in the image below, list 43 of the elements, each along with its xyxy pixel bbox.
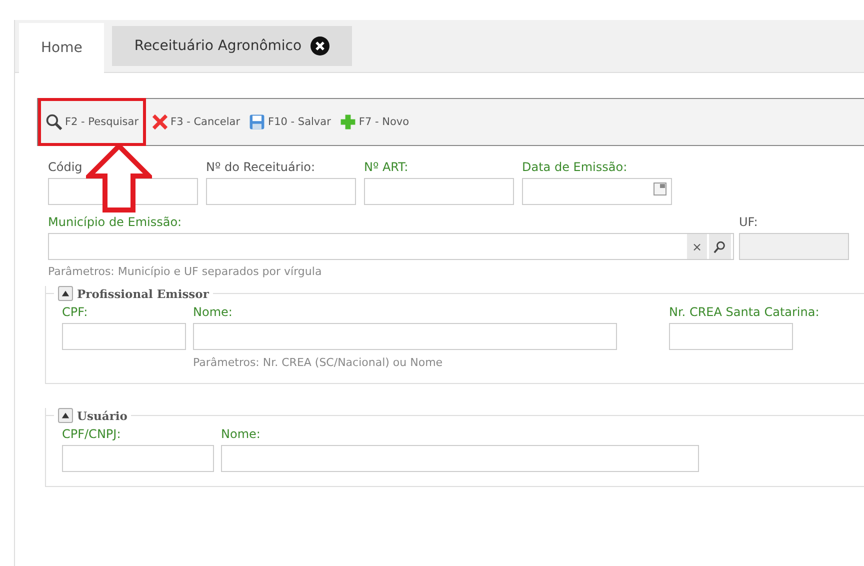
input-field[interactable] — [62, 445, 214, 472]
field-label: CPF/CNPJ: — [62, 427, 121, 441]
tab[interactable]: Receituário Agronômico — [112, 26, 352, 66]
section-title: Profissional Emissor — [77, 286, 209, 300]
collapse-button[interactable] — [58, 286, 73, 301]
input-field[interactable] — [62, 323, 186, 350]
input-field[interactable] — [221, 445, 699, 472]
field-label: Nº do Receituário: — [206, 160, 316, 174]
collapse-button[interactable] — [58, 408, 73, 423]
up-triangle-icon — [61, 289, 70, 298]
input-field[interactable] — [193, 323, 617, 350]
field-label: Nr. CREA Santa Catarina: — [669, 305, 820, 319]
input-field[interactable] — [669, 323, 793, 350]
search-icon — [45, 113, 63, 131]
up-triangle-icon — [61, 411, 70, 420]
input-field[interactable] — [364, 178, 514, 205]
field-label: Nº ART: — [364, 160, 408, 174]
toolbar-button[interactable]: F7 - Novo — [336, 98, 412, 146]
calendar-icon — [653, 182, 667, 196]
input-field[interactable] — [206, 178, 356, 205]
date-field[interactable] — [522, 178, 672, 205]
field-label: Códig — [48, 160, 82, 174]
tab[interactable]: Home — [19, 23, 104, 73]
clear-button[interactable]: × — [687, 234, 707, 259]
section-title: Usuário — [77, 408, 128, 422]
close-icon — [310, 36, 330, 56]
field-label: UF: — [739, 215, 758, 229]
toolbar-button[interactable]: F3 - Cancelar — [148, 98, 244, 146]
field-label: Data de Emissão: — [522, 160, 628, 174]
field-label: Nome: — [221, 427, 260, 441]
toolbar-button[interactable]: F10 - Salvar — [245, 98, 334, 146]
input-field[interactable]: × — [48, 233, 734, 260]
field-label: Município de Emissão: — [48, 215, 182, 229]
cross-icon — [150, 113, 169, 131]
toolbar-button[interactable]: F2 - Pesquisar — [38, 98, 146, 146]
hint-text: Parâmetros: Nr. CREA (SC/Nacional) ou Nome — [193, 356, 444, 369]
field-label: CPF: — [62, 305, 88, 319]
field-label: Nome: — [193, 305, 232, 319]
search-icon — [713, 240, 727, 254]
search-button[interactable] — [709, 234, 731, 259]
input-field[interactable] — [739, 233, 849, 260]
hint-text: Parâmetros: Município e UF separados por vírgula — [48, 265, 323, 278]
plus-icon — [338, 113, 357, 131]
